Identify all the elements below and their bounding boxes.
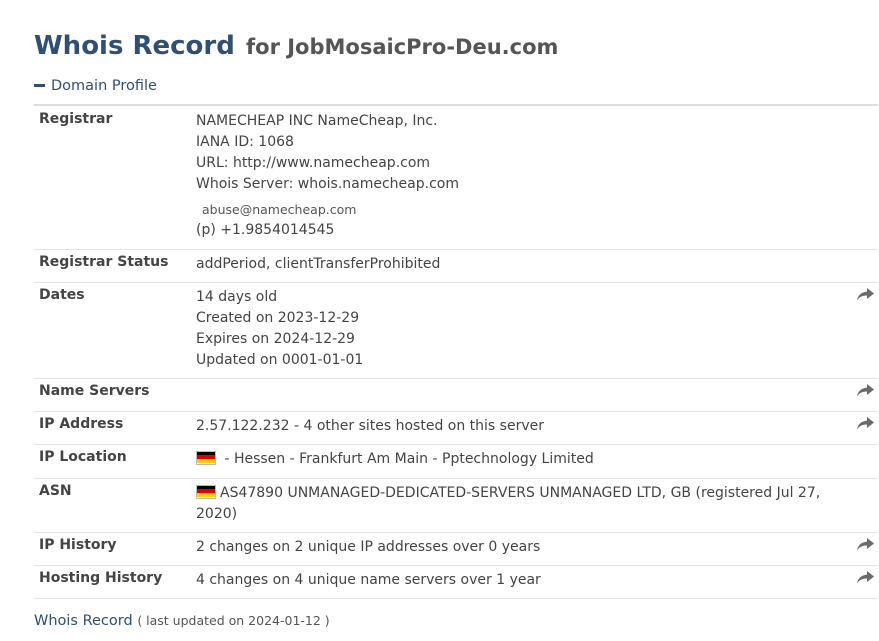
registrar-iana: IANA ID: 1068	[196, 134, 294, 150]
share-arrow-icon[interactable]	[856, 383, 874, 401]
row-hosting-history: Hosting History 4 changes on 4 unique na…	[34, 565, 878, 599]
iphistory-value: 2 changes on 2 unique IP addresses over …	[191, 532, 852, 566]
dates-created: Created on 2023-12-29	[196, 309, 360, 326]
iplocation-value: - Hessen - Frankfurt Am Main - Pptechnol…	[191, 444, 852, 479]
iplocation-text: - Hessen - Frankfurt Am Main - Pptechnol…	[220, 450, 594, 467]
registrar-email: abuse@namecheap.com	[202, 202, 357, 217]
status-label: Registrar Status	[34, 249, 191, 283]
share-arrow-icon[interactable]	[856, 570, 874, 588]
row-registrar: Registrar NAMECHEAP INC NameCheap, Inc. …	[34, 107, 878, 250]
registrar-phone: (p) +1.9854014545	[196, 222, 335, 238]
status-value: addPeriod, clientTransferProhibited	[191, 249, 852, 283]
hosting-label: Hosting History	[34, 565, 191, 599]
minus-icon	[34, 83, 45, 87]
page-title-domain: for JobMosaicPro-Deu.com	[246, 35, 559, 59]
registrar-url: URL: http://www.namecheap.com	[196, 155, 431, 171]
domain-profile-toggle[interactable]: Domain Profile	[34, 78, 157, 94]
iplocation-label: IP Location	[34, 444, 191, 479]
asn-value: AS47890 UNMANAGED-DEDICATED-SERVERS UNMA…	[191, 478, 852, 533]
dates-age: 14 days old	[196, 288, 278, 305]
last-updated-note: ( last updated on 2024-01-12 )	[137, 613, 330, 628]
hosting-value: 4 changes on 4 unique name servers over …	[191, 565, 852, 599]
nameservers-value	[191, 378, 852, 412]
row-dates: Dates 14 days old Created on 2023-12-29 …	[34, 282, 878, 379]
share-arrow-icon[interactable]	[856, 537, 874, 555]
dates-expires: Expires on 2024-12-29	[196, 330, 355, 347]
domain-profile-label: Domain Profile	[51, 78, 157, 94]
row-ip-address: IP Address 2.57.122.232 - 4 other sites …	[34, 411, 878, 445]
row-ip-location: IP Location - Hessen - Frankfurt Am Main…	[34, 444, 878, 479]
registrar-name: NAMECHEAP INC NameCheap, Inc.	[196, 113, 438, 129]
registrar-whois-server: Whois Server: whois.namecheap.com	[196, 176, 459, 192]
row-name-servers: Name Servers	[34, 378, 878, 412]
dates-value: 14 days old Created on 2023-12-29 Expire…	[191, 282, 852, 379]
share-arrow-icon[interactable]	[856, 416, 874, 434]
asn-label: ASN	[34, 478, 191, 533]
row-asn: ASN AS47890 UNMANAGED-DEDICATED-SERVERS …	[34, 478, 878, 533]
row-ip-history: IP History 2 changes on 2 unique IP addr…	[34, 532, 878, 566]
dates-updated: Updated on 0001-01-01	[196, 351, 364, 368]
page-title: Whois Record for JobMosaicPro-Deu.com	[34, 24, 558, 62]
germany-flag-icon	[196, 484, 216, 499]
page-title-main: Whois Record	[34, 31, 235, 61]
whois-record-footer: Whois Record ( last updated on 2024-01-1…	[34, 613, 330, 629]
share-arrow-icon[interactable]	[856, 287, 874, 305]
ip-value: 2.57.122.232 - 4 other sites hosted on t…	[191, 411, 852, 445]
iphistory-label: IP History	[34, 532, 191, 566]
ip-label: IP Address	[34, 411, 191, 445]
asn-text: AS47890 UNMANAGED-DEDICATED-SERVERS UNMA…	[196, 484, 821, 522]
domain-profile-table: Registrar NAMECHEAP INC NameCheap, Inc. …	[34, 107, 878, 599]
whois-record-link[interactable]: Whois Record	[34, 613, 133, 629]
section-divider	[34, 104, 878, 106]
dates-label: Dates	[34, 282, 191, 379]
registrar-value: NAMECHEAP INC NameCheap, Inc. IANA ID: 1…	[191, 107, 852, 250]
germany-flag-icon	[196, 450, 216, 465]
registrar-label: Registrar	[34, 107, 191, 250]
row-registrar-status: Registrar Status addPeriod, clientTransf…	[34, 249, 878, 283]
nameservers-label: Name Servers	[34, 378, 191, 412]
